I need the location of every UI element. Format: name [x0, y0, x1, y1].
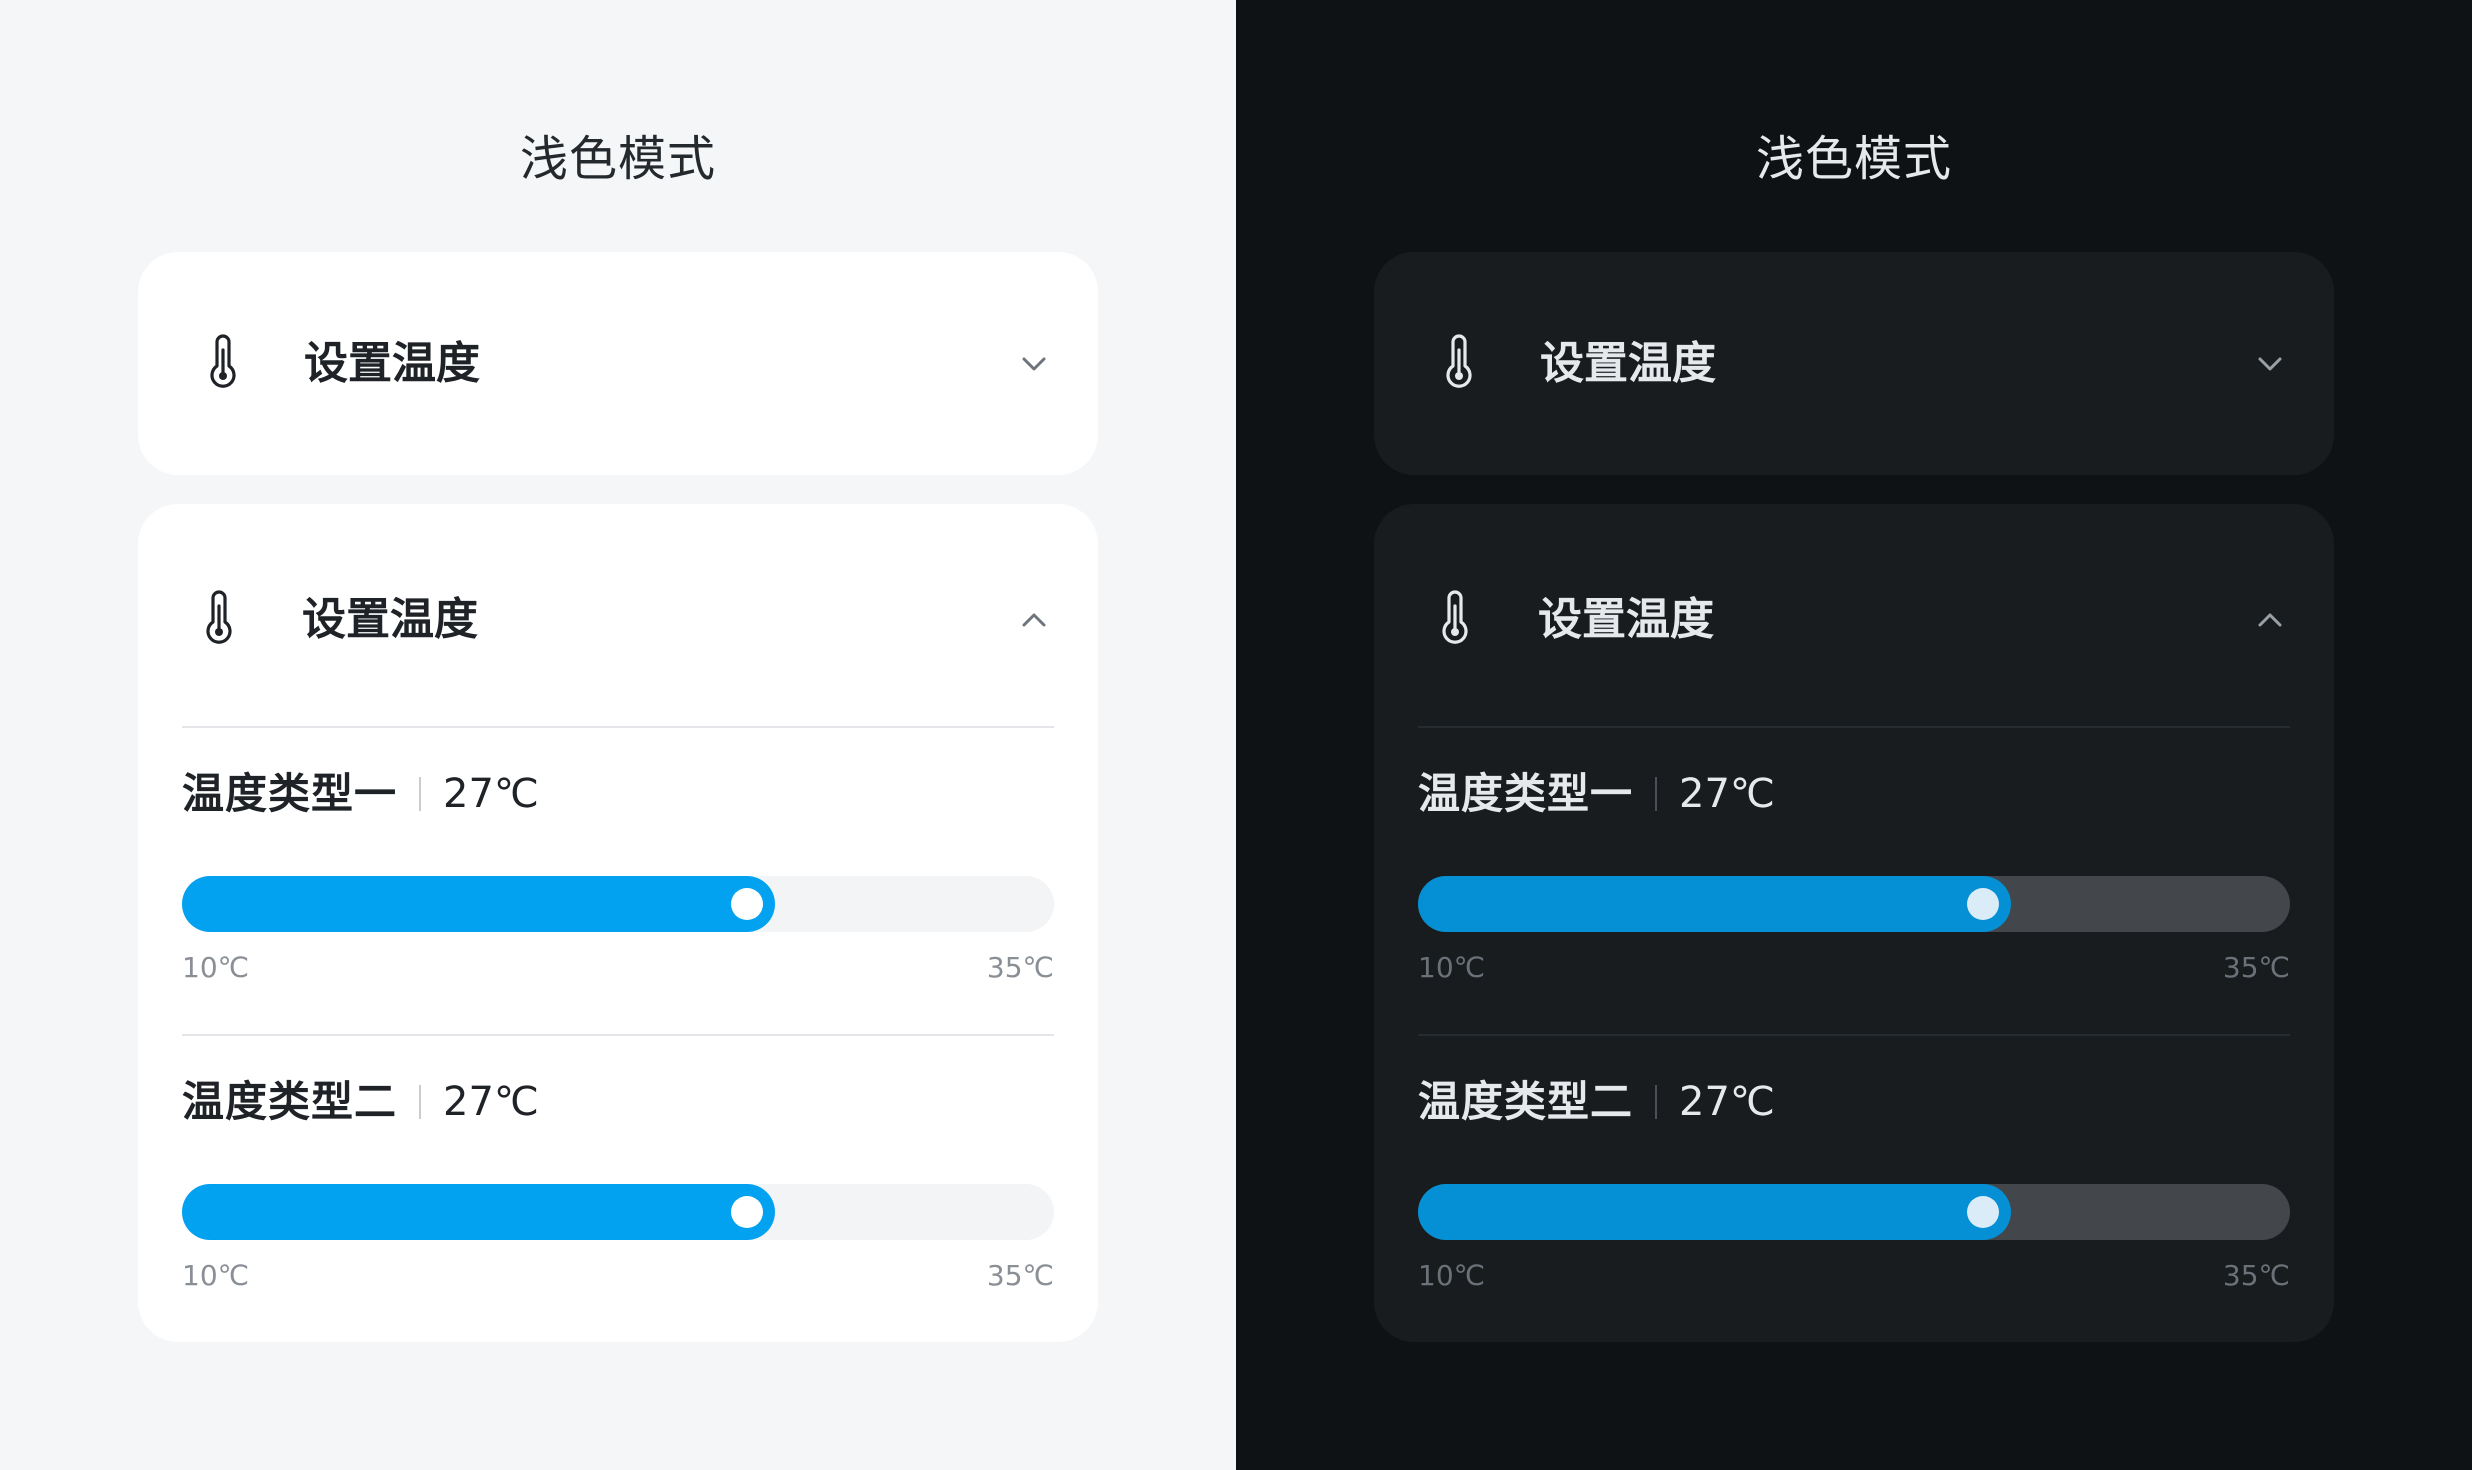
separator [419, 777, 422, 811]
temperature-card-expanded: 设置温度 温度类型一 27℃ 10℃ 35℃ 温度类型二 27℃ 10℃ 35℃ [1374, 504, 2334, 1342]
slider-track[interactable] [182, 876, 1054, 932]
slider-max-label: 35℃ [986, 951, 1054, 984]
slider-name: 温度类型二 [1418, 1077, 1634, 1126]
slider-min-label: 10℃ [182, 951, 250, 984]
slider-value: 27℃ [1679, 771, 1775, 817]
thermometer-icon [1442, 334, 1476, 392]
thermometer-icon [202, 590, 236, 648]
chevron-down-icon[interactable] [2254, 348, 2286, 380]
card-header[interactable]: 设置温度 [138, 504, 1098, 724]
slider-fill [182, 876, 775, 932]
panel-title: 浅色模式 [1755, 131, 1952, 187]
slider-track[interactable] [1418, 876, 2290, 932]
thermometer-icon [206, 334, 240, 392]
slider-thumb[interactable] [1967, 888, 1999, 920]
slider-fill [1418, 1184, 2011, 1240]
slider-thumb[interactable] [731, 1196, 763, 1228]
temperature-slider-section: 温度类型一 27℃ 10℃ 35℃ [182, 764, 1054, 1004]
temperature-slider-section: 温度类型二 27℃ 10℃ 35℃ [1418, 1072, 2290, 1312]
temperature-card-collapsed: 设置温度 [138, 252, 1098, 475]
card-title: 设置温度 [304, 338, 480, 389]
slider-value: 27℃ [1679, 1079, 1775, 1125]
divider [182, 726, 1054, 728]
panel-title: 浅色模式 [519, 131, 716, 187]
slider-fill [182, 1184, 775, 1240]
temperature-card-expanded: 设置温度 温度类型一 27℃ 10℃ 35℃ 温度类型二 27℃ 10℃ 35℃ [138, 504, 1098, 1342]
slider-name: 温度类型一 [182, 769, 398, 818]
card-header[interactable]: 设置温度 [1374, 252, 2334, 475]
slider-max-label: 35℃ [986, 1259, 1054, 1292]
temperature-card-collapsed: 设置温度 [1374, 252, 2334, 475]
card-title: 设置温度 [302, 594, 478, 645]
divider [1418, 726, 2290, 728]
card-header[interactable]: 设置温度 [1374, 504, 2334, 724]
slider-value: 27℃ [443, 1079, 539, 1125]
light-mode-panel: 浅色模式 设置温度 设置温度 温度类型一 27℃ 10℃ 35℃ 温度类型二 2… [0, 0, 1236, 1470]
separator [1655, 777, 1658, 811]
slider-min-label: 10℃ [182, 1259, 250, 1292]
separator [1655, 1085, 1658, 1119]
temperature-slider-section: 温度类型一 27℃ 10℃ 35℃ [1418, 764, 2290, 1004]
divider [182, 1034, 1054, 1036]
slider-fill [1418, 876, 2011, 932]
chevron-up-icon[interactable] [1018, 604, 1050, 636]
card-title: 设置温度 [1540, 338, 1716, 389]
slider-thumb[interactable] [731, 888, 763, 920]
slider-track[interactable] [182, 1184, 1054, 1240]
thermometer-icon [1438, 590, 1472, 648]
slider-max-label: 35℃ [2222, 951, 2290, 984]
slider-name: 温度类型一 [1418, 769, 1634, 818]
chevron-down-icon[interactable] [1018, 348, 1050, 380]
temperature-slider-section: 温度类型二 27℃ 10℃ 35℃ [182, 1072, 1054, 1312]
chevron-up-icon[interactable] [2254, 604, 2286, 636]
divider [1418, 1034, 2290, 1036]
dark-mode-panel: 浅色模式 设置温度 设置温度 温度类型一 27℃ 10℃ 35℃ 温度类型二 2… [1236, 0, 2472, 1470]
slider-thumb[interactable] [1967, 1196, 1999, 1228]
slider-track[interactable] [1418, 1184, 2290, 1240]
slider-max-label: 35℃ [2222, 1259, 2290, 1292]
slider-value: 27℃ [443, 771, 539, 817]
card-header[interactable]: 设置温度 [138, 252, 1098, 475]
slider-name: 温度类型二 [182, 1077, 398, 1126]
slider-min-label: 10℃ [1418, 1259, 1486, 1292]
slider-min-label: 10℃ [1418, 951, 1486, 984]
card-title: 设置温度 [1538, 594, 1714, 645]
separator [419, 1085, 422, 1119]
